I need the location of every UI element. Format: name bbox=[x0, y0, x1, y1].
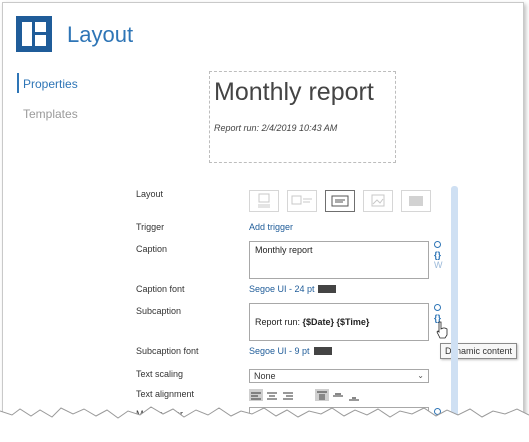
torn-edge-decoration bbox=[0, 406, 529, 442]
